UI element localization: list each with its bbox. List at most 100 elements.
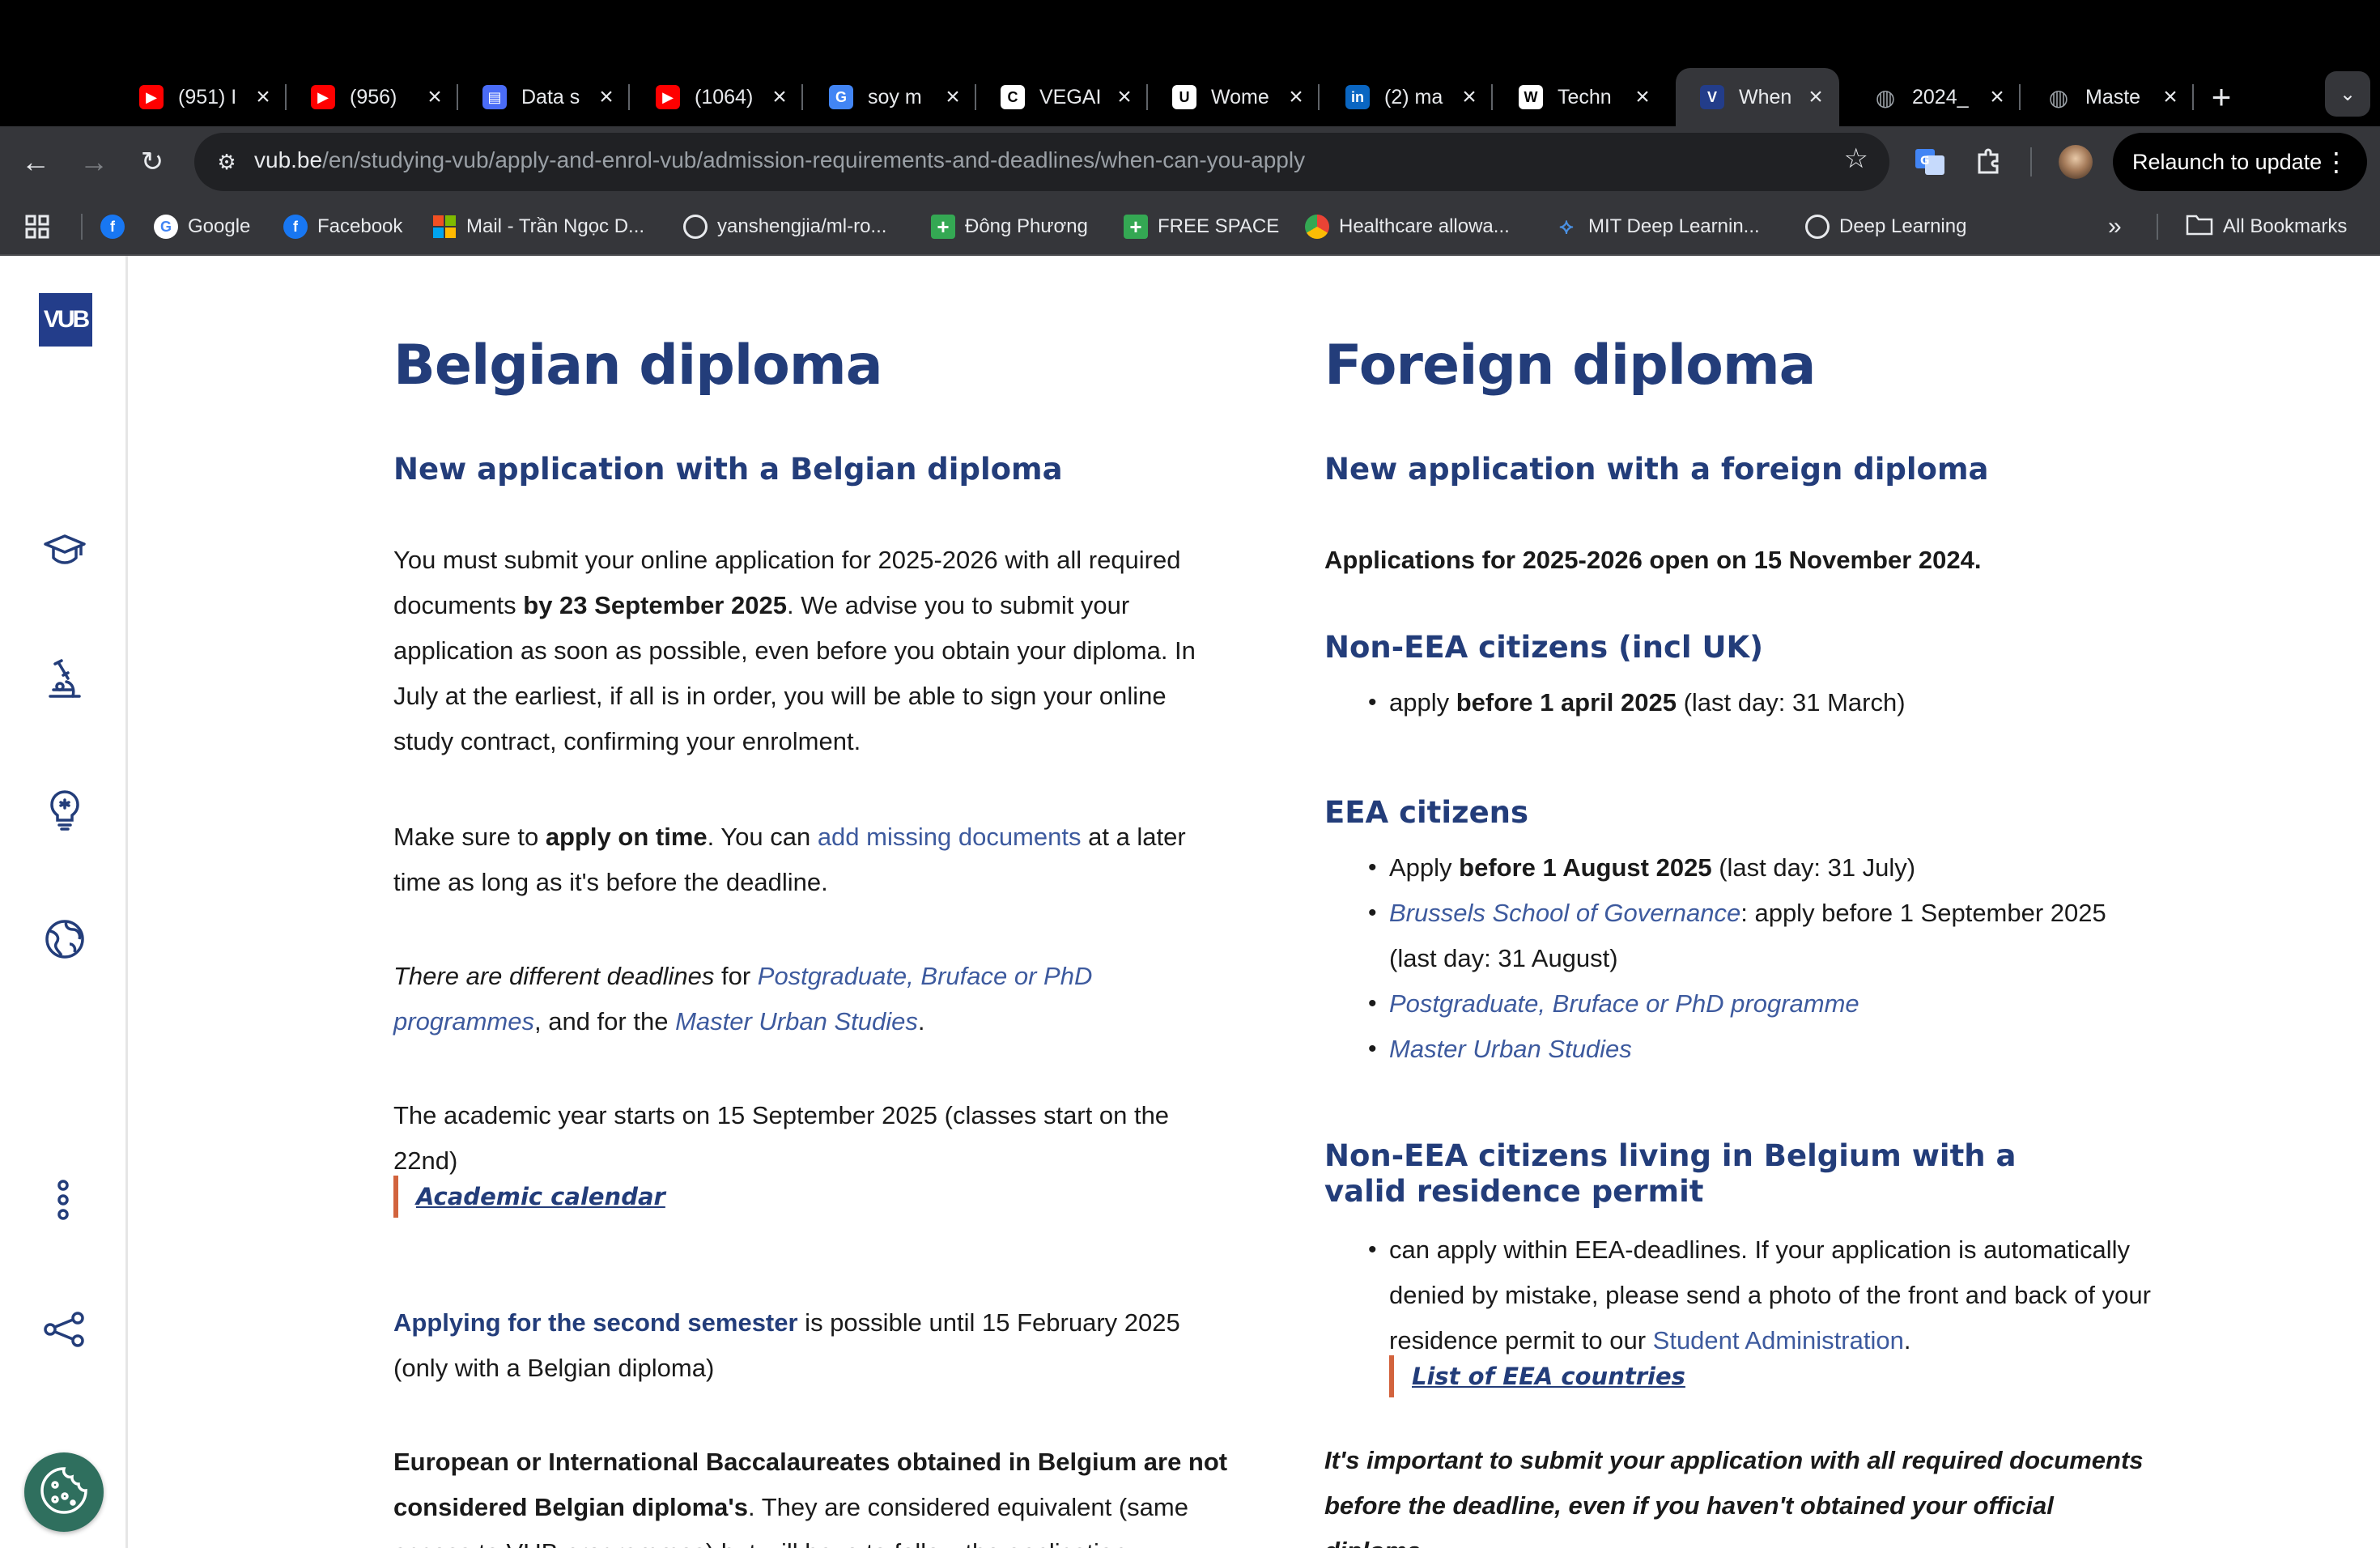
master-urban-studies-link-2[interactable]: Master Urban Studies [1389,1035,1632,1063]
bookmark-item[interactable]: Deep Learning [1805,198,1966,256]
browser-tab[interactable]: U Wome × [1148,68,1320,126]
tab-title: soy m [868,85,922,108]
all-bookmarks-button[interactable]: All Bookmarks [2186,198,2347,256]
close-tab-icon[interactable]: × [767,83,792,111]
eea-text-a: Apply [1389,853,1460,882]
non-eea-deadline: before 1 april 2025 [1456,688,1677,717]
belgian-title: Belgian diploma [393,334,883,398]
graduation-cap-icon[interactable] [42,526,87,572]
browser-tab[interactable]: ▶ (951) I × [115,68,287,126]
second-semester-paragraph: Applying for the second semester is poss… [393,1300,1211,1391]
browser-tab[interactable]: W Techn × [1494,68,1666,126]
cookie-settings-button[interactable] [24,1452,104,1532]
student-administration-link[interactable]: Student Administration [1653,1326,1904,1354]
eea-heading: EEA citizens [1324,795,1529,830]
bookmark-item[interactable]: f [100,198,134,256]
close-tab-icon[interactable]: × [1985,83,2009,111]
close-tab-icon[interactable]: × [1112,83,1137,111]
close-tab-icon[interactable]: × [423,83,447,111]
close-tab-icon[interactable]: × [941,83,965,111]
share-icon[interactable] [42,1307,87,1352]
tab-search-button[interactable]: ⌄ [2325,71,2370,117]
browser-tab[interactable]: in (2) ma × [1321,68,1493,126]
back-button[interactable]: ← [11,138,60,186]
microscope-icon[interactable] [42,657,87,703]
tab-strip: ▶ (951) I × ▶ (956) × ▤ Data s × ▶ (1064) × Gsoy m × C… [0,68,2380,126]
add-missing-documents-link[interactable]: add missing documents [818,823,1082,851]
second-semester-link[interactable]: Applying for the second semester [393,1308,798,1337]
vega-icon: C [1001,85,1025,109]
bookmark-label: Deep Learning [1839,215,1967,237]
eea-countries-callout: List of EEA countries [1389,1355,1685,1397]
eea-countries-link[interactable]: List of EEA countries [1412,1363,1685,1390]
bookmark-label: Đông Phương [965,215,1088,237]
site-info-icon[interactable]: ⚙ [209,144,244,180]
apps-grid-icon[interactable] [24,198,50,256]
academic-calendar-callout: Academic calendar [393,1176,665,1218]
forward-button[interactable]: → [70,138,118,186]
web-page: VUB Belgian diploma New application with… [0,256,2380,1548]
bookmark-item[interactable]: yanshengjia/ml-ro... [683,198,886,256]
bookmark-item[interactable]: Healthcare allowa... [1305,198,1510,256]
academic-year-paragraph: The academic year starts on 15 September… [393,1101,1170,1175]
reload-button[interactable]: ↻ [128,138,176,186]
eea-text-c: (last day: 31 July) [1711,853,1916,882]
non-eea-text-c: (last day: 31 March) [1676,688,1906,717]
close-tab-icon[interactable]: × [594,83,618,111]
bookmark-label: Google [188,215,251,237]
tab-separator [1318,84,1320,110]
close-tab-icon[interactable]: × [251,83,275,111]
browser-tab[interactable]: ◍ 2024_ × [1849,68,2021,126]
belgian-paragraph-apply-on-time: Make sure to apply on time. You can add … [393,814,1211,905]
belgian-subtitle: New application with a Belgian diploma [393,452,1063,487]
bookmark-item[interactable]: + Đông Phương [931,198,1088,256]
globe-icon[interactable] [42,916,87,962]
new-tab-button[interactable]: + [2199,68,2244,126]
p3-text-a: There are different deadlines [393,962,715,990]
close-tab-icon[interactable]: × [1284,83,1308,111]
close-tab-icon[interactable]: × [2158,83,2182,111]
close-tab-icon[interactable]: × [1630,83,1655,111]
all-bookmarks-label: All Bookmarks [2223,215,2348,237]
bookmark-item[interactable]: ⟡ MIT Deep Learnin... [1554,198,1759,256]
more-options-icon[interactable] [42,1177,87,1223]
tab-separator [1491,84,1493,110]
svg-text:G: G [1920,155,1930,168]
bookmark-item[interactable]: f Facebook [283,198,402,256]
non-eea-heading: Non-EEA citizens (incl UK) [1324,630,1764,665]
browser-tab[interactable]: ◍ Maste × [2022,68,2194,126]
bookmark-item[interactable]: + FREE SPACE [1124,198,1279,256]
residence-permit-heading: Non-EEA citizens living in Belgium with … [1324,1138,2017,1209]
browser-tab[interactable]: ▤ Data s × [458,68,630,126]
brussels-school-of-governance-link[interactable]: Brussels School of Governance [1389,899,1740,927]
globe-icon: ◍ [1875,84,1896,110]
non-eea-list: apply before 1 april 2025 (last day: 31 … [1324,680,2158,725]
browser-tab[interactable]: ▶ (1064) × [631,68,803,126]
browser-tab[interactable]: ▶ (956) × [287,68,458,126]
relaunch-button[interactable]: Relaunch to update ⋮ [2113,133,2367,191]
browser-toolbar: ← → ↻ ⚙ vub.be/en/studying-vub/apply-and… [0,126,2380,198]
bookmark-item[interactable]: Mail - Trần Ngọc D... [432,198,644,256]
url-text[interactable]: vub.be/en/studying-vub/apply-and-enrol-v… [254,147,1305,173]
postgraduate-programme-link[interactable]: Postgraduate, Bruface or PhD programme [1389,989,1859,1018]
profile-avatar[interactable] [2055,141,2097,183]
bookmark-label: FREE SPACE [1158,215,1280,237]
master-urban-studies-link[interactable]: Master Urban Studies [675,1007,918,1036]
academic-calendar-link[interactable]: Academic calendar [416,1183,665,1210]
extensions-icon[interactable] [1969,141,2011,183]
more-bookmarks-chevron-icon[interactable]: » [2108,198,2122,256]
browser-tab[interactable]: C VEGAI × [976,68,1148,126]
vub-logo[interactable]: VUB [39,293,92,347]
bookmark-item[interactable]: G Google [154,198,250,256]
relaunch-label: Relaunch to update [2132,149,2323,174]
close-tab-icon[interactable]: × [1804,83,1828,111]
close-tab-icon[interactable]: × [1457,83,1481,111]
translate-icon[interactable]: G [1909,141,1951,183]
bookmark-star-icon[interactable]: ☆ [1844,142,1868,175]
tab-separator [2019,84,2021,110]
browser-tab[interactable]: V When × [1676,68,1839,126]
browser-tab[interactable]: Gsoy m × [805,68,976,126]
lightbulb-icon[interactable] [42,787,87,832]
menu-dots-icon[interactable]: ⋮ [2323,147,2349,177]
address-bar[interactable]: ⚙ vub.be/en/studying-vub/apply-and-enrol… [194,133,1889,191]
